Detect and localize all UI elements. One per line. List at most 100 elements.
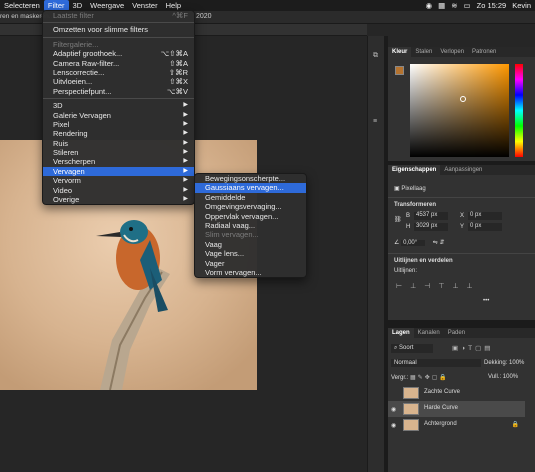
- color-panel-tabs: Kleur Stalen Verlopen Patronen: [388, 47, 535, 57]
- layer-thumbnail: [403, 387, 419, 399]
- align-right-icon[interactable]: ⊣: [424, 283, 438, 290]
- blur-menu-item-omgevingsvervaging[interactable]: Omgevingsvervaging...: [195, 202, 306, 211]
- document-tab-title[interactable]: 2020: [196, 13, 212, 20]
- filter-menu-item-lenscorrectie[interactable]: Lenscorrectie... ⇧⌘R: [43, 68, 194, 77]
- w-input[interactable]: 4537 px: [414, 212, 448, 220]
- align-center-h-icon[interactable]: ⊥: [410, 283, 424, 290]
- align-top-icon[interactable]: ⊤: [438, 283, 452, 290]
- creative-cloud-icon[interactable]: ◉: [426, 1, 433, 10]
- smart-filter-icon[interactable]: ▤: [484, 345, 493, 352]
- filter-menu-item-vervagen[interactable]: Vervagen ▶: [43, 166, 194, 177]
- user-name[interactable]: Kevin: [512, 1, 531, 10]
- opacity-input[interactable]: 100%: [509, 360, 524, 366]
- blur-menu-item-vage-lens[interactable]: Vage lens...: [195, 249, 306, 258]
- menu-item-label: Video: [53, 185, 73, 195]
- more-options-button[interactable]: •••: [483, 298, 489, 304]
- flip-horizontal-icon[interactable]: ⇋: [433, 240, 438, 246]
- history-icon[interactable]: ⧉: [373, 52, 381, 60]
- filter-menu-item-ruis[interactable]: Ruis ▶: [43, 139, 194, 148]
- divider: [388, 253, 535, 254]
- filter-menu-item-vervorm[interactable]: Vervorm ▶: [43, 176, 194, 185]
- tab-kanalen[interactable]: Kanalen: [414, 328, 444, 338]
- angle-row: ∠ 0,00° ⇋ ⇵: [394, 239, 444, 246]
- pixel-filter-icon[interactable]: ▣: [452, 345, 461, 352]
- blur-menu-item-vaag[interactable]: Vaag: [195, 240, 306, 249]
- angle-input[interactable]: 0,00°: [401, 240, 426, 246]
- visibility-eye-icon[interactable]: ◉: [391, 422, 396, 429]
- layers-tabs: Lagen Kanalen Paden: [388, 328, 535, 338]
- filter-menu-item-verscherpen[interactable]: Verscherpen ▶: [43, 157, 194, 166]
- layer-name: Harde Curve: [424, 405, 459, 411]
- filter-menu-item-omzetten-voor-slimme-filters[interactable]: Omzetten voor slimme filters: [43, 25, 194, 34]
- align-left-icon[interactable]: ⊢: [396, 283, 410, 290]
- properties-tabs: Eigenschappen Aanpassingen: [388, 165, 535, 175]
- layer-filter-value: Soort: [399, 345, 414, 351]
- filter-menu-item-overige[interactable]: Overige ▶: [43, 195, 194, 204]
- filter-menu-item-perspectiefpunt[interactable]: Perspectiefpunt... ⌥⌘V: [43, 87, 194, 96]
- blur-menu-item-oppervlak-vervagen[interactable]: Oppervlak vervagen...: [195, 212, 306, 221]
- align-bottom-icon[interactable]: ⊥: [467, 283, 481, 290]
- filter-menu-item-adaptief-groothoek[interactable]: Adaptief groothoek... ⌥⇧⌘A: [43, 49, 194, 58]
- pixel-layer-icon: ▣: [394, 186, 400, 192]
- lock-icons[interactable]: ▦✎✥▢🔒: [410, 375, 449, 381]
- x-input[interactable]: 0 px: [468, 212, 502, 220]
- submenu-arrow-icon: ▶: [183, 158, 188, 165]
- filter-menu-item-camera-raw-filter[interactable]: Camera Raw-filter... ⇧⌘A: [43, 59, 194, 68]
- y-input[interactable]: 0 px: [468, 223, 502, 231]
- menu-item-label: Verscherpen: [53, 157, 96, 167]
- submenu-arrow-icon: ▶: [183, 111, 188, 118]
- layer-filter-select[interactable]: ⌕ Soort: [391, 344, 433, 353]
- filter-menu-item-galerie-vervagen[interactable]: Galerie Vervagen ▶: [43, 111, 194, 120]
- layer-row-harde-curve[interactable]: ◉ Harde Curve: [388, 401, 525, 417]
- color-picker-cursor[interactable]: [460, 96, 466, 102]
- fill-label: Vull.:: [488, 374, 502, 380]
- tab-kleur[interactable]: Kleur: [388, 47, 412, 57]
- blur-menu-item-vager[interactable]: Vager: [195, 259, 306, 268]
- menu-extra-icon[interactable]: ▦: [438, 1, 445, 10]
- h-input[interactable]: 3029 px: [414, 223, 448, 231]
- color-field[interactable]: [410, 64, 509, 157]
- clock-text[interactable]: Zo 15:29: [477, 1, 507, 10]
- tab-eigenschappen[interactable]: Eigenschappen: [388, 165, 441, 175]
- visibility-eye-icon[interactable]: ◉: [391, 406, 396, 413]
- blur-menu-item-radiaal-vaag[interactable]: Radiaal vaag...: [195, 221, 306, 230]
- tab-verlopen[interactable]: Verlopen: [436, 47, 468, 57]
- tab-lagen[interactable]: Lagen: [388, 328, 414, 338]
- menu-selecteren[interactable]: Selecteren: [0, 0, 44, 11]
- wifi-icon[interactable]: ≋: [451, 1, 457, 10]
- color-panel: Kleur Stalen Verlopen Patronen: [388, 47, 535, 161]
- fill-input[interactable]: 100%: [503, 374, 518, 380]
- layer-row-achtergrond[interactable]: ◉ Achtergrond 🔒: [388, 417, 525, 433]
- panel-icon-strip: ⧉ ≡: [367, 36, 385, 472]
- align-middle-icon[interactable]: ⊥: [452, 283, 466, 290]
- blend-mode-select[interactable]: Normaal: [391, 359, 481, 367]
- filter-menu-item-pixel[interactable]: Pixel ▶: [43, 120, 194, 129]
- brush-settings-icon[interactable]: ≡: [373, 118, 381, 126]
- tab-aanpassingen[interactable]: Aanpassingen: [440, 165, 486, 175]
- blend-mode-value: Normaal: [394, 360, 417, 366]
- blur-menu-item-gaussiaans-vervagen[interactable]: Gaussiaans vervagen...: [195, 183, 306, 193]
- filter-menu-item-rendering[interactable]: Rendering ▶: [43, 129, 194, 138]
- shape-filter-icon[interactable]: ▢: [475, 345, 484, 352]
- align-sub-label: Uitlijnen:: [394, 268, 418, 274]
- menu-item-label: Overige: [53, 195, 80, 205]
- filter-menu-item-uitvloeien[interactable]: Uitvloeien... ⇧⌘X: [43, 77, 194, 86]
- foreground-swatch[interactable]: [395, 66, 404, 75]
- battery-icon[interactable]: ▭: [464, 1, 471, 10]
- blur-menu-item-bewegingsonscherpte[interactable]: Bewegingsonscherpte...: [195, 174, 306, 183]
- filter-menu-item-stileren[interactable]: Stileren ▶: [43, 148, 194, 157]
- flip-vertical-icon[interactable]: ⇵: [439, 240, 444, 246]
- filter-menu-item-video[interactable]: Video ▶: [43, 186, 194, 195]
- tab-paden[interactable]: Paden: [444, 328, 469, 338]
- menu-item-label: Pixel: [53, 119, 70, 129]
- blur-menu-item-vorm-vervagen[interactable]: Vorm vervagen...: [195, 268, 306, 277]
- filter-menu-item-3d[interactable]: 3D ▶: [43, 101, 194, 110]
- blur-menu-item-gemiddelde[interactable]: Gemiddelde: [195, 193, 306, 202]
- layer-row-zachte-curve[interactable]: Zachte Curve: [388, 385, 525, 401]
- tab-stalen[interactable]: Stalen: [411, 47, 436, 57]
- link-icon[interactable]: ⛓: [394, 216, 402, 223]
- menu-item-label: Galerie Vervagen: [53, 110, 111, 120]
- tab-patronen[interactable]: Patronen: [468, 47, 500, 57]
- filter-menu: Laatste filter ^⌘F Omzetten voor slimme fi…: [42, 10, 195, 206]
- hue-slider[interactable]: [515, 64, 523, 157]
